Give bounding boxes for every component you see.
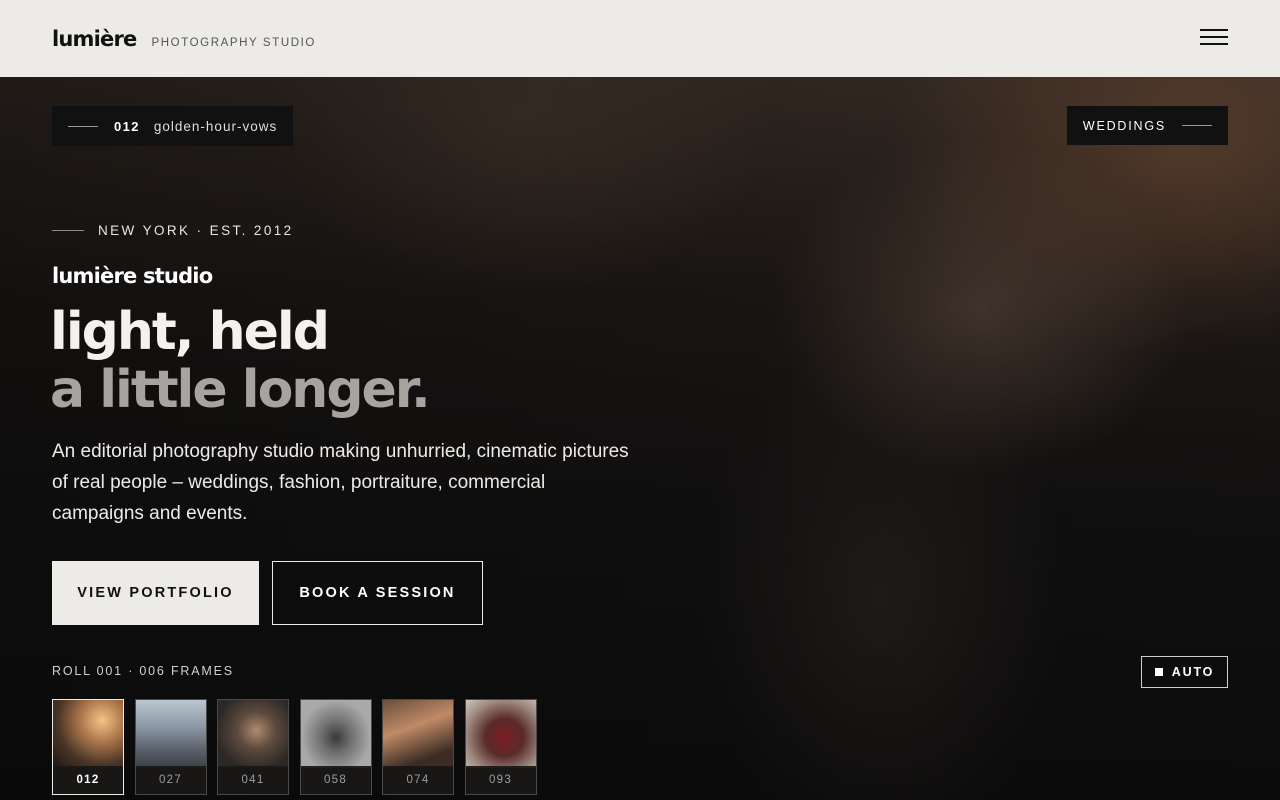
- hero-description: An editorial photography studio making u…: [52, 441, 629, 524]
- thumbnail-label: 012: [53, 766, 123, 794]
- stop-square-icon: [1154, 668, 1163, 676]
- book-session-button[interactable]: BOOK A SESSION: [272, 561, 483, 625]
- thumbnail-image: [465, 700, 536, 768]
- site-header: lumière PHOTOGRAPHY STUDIO: [0, 0, 1280, 77]
- view-portfolio-button[interactable]: VIEW PORTFOLIO: [52, 561, 259, 625]
- headline-line-2: a little longer.: [50, 360, 431, 420]
- thumbnail-label: 074: [383, 766, 453, 794]
- thumbnail-frame[interactable]: 058: [299, 699, 372, 795]
- thumbnail-label: 027: [135, 766, 206, 794]
- headline-line-1: light, held: [50, 302, 330, 362]
- frame-tag-divider: [68, 125, 98, 127]
- autoplay-toggle[interactable]: AUTO: [1141, 656, 1228, 688]
- category-divider: [1182, 125, 1212, 126]
- thumbnail-image: [218, 700, 288, 768]
- category-label: WEDDINGS: [1082, 118, 1166, 133]
- eyebrow-text: NEW YORK · EST. 2012: [98, 223, 294, 238]
- frame-number: 012: [114, 118, 140, 134]
- thumbnail-image: [135, 700, 206, 768]
- current-frame-tag: 012 golden-hour-vows: [52, 106, 294, 146]
- menu-bar-icon: [1200, 36, 1228, 38]
- thumbnail-label: 041: [218, 766, 288, 794]
- brand-logo[interactable]: lumière: [52, 27, 137, 51]
- hero-headline: light, held a little longer.: [50, 302, 431, 420]
- thumbnail-frame[interactable]: 093: [464, 699, 537, 795]
- thumbnail-frame[interactable]: 012: [52, 699, 124, 795]
- thumbnail-image: [53, 700, 123, 768]
- menu-bar-icon: [1200, 29, 1228, 31]
- hamburger-menu-icon[interactable]: [1200, 29, 1228, 47]
- thumbnail-label: 058: [300, 766, 371, 794]
- menu-bar-icon: [1200, 43, 1228, 45]
- category-tag[interactable]: WEDDINGS: [1066, 106, 1228, 145]
- hero-section: 012 golden-hour-vows WEDDINGS NEW YORK ·…: [0, 77, 1280, 800]
- thumbnail-frame[interactable]: 041: [217, 699, 289, 795]
- studio-name: lumière studio: [52, 264, 213, 288]
- thumbnail-frame[interactable]: 027: [134, 699, 207, 795]
- thumbnail-label: 093: [465, 766, 536, 794]
- roll-label: ROLL 001 · 006 FRAMES: [52, 664, 234, 678]
- location-eyebrow: NEW YORK · EST. 2012: [52, 223, 294, 238]
- eyebrow-divider: [52, 230, 84, 231]
- frame-slug: golden-hour-vows: [153, 118, 278, 134]
- brand-tagline: PHOTOGRAPHY STUDIO: [151, 37, 316, 49]
- thumbnail-frame[interactable]: 074: [382, 699, 454, 795]
- autoplay-label: AUTO: [1171, 665, 1215, 679]
- thumbnail-image: [383, 700, 453, 768]
- thumbnail-image: [300, 700, 371, 768]
- thumbnail-strip: 012 027 041 058 074 093: [52, 699, 547, 795]
